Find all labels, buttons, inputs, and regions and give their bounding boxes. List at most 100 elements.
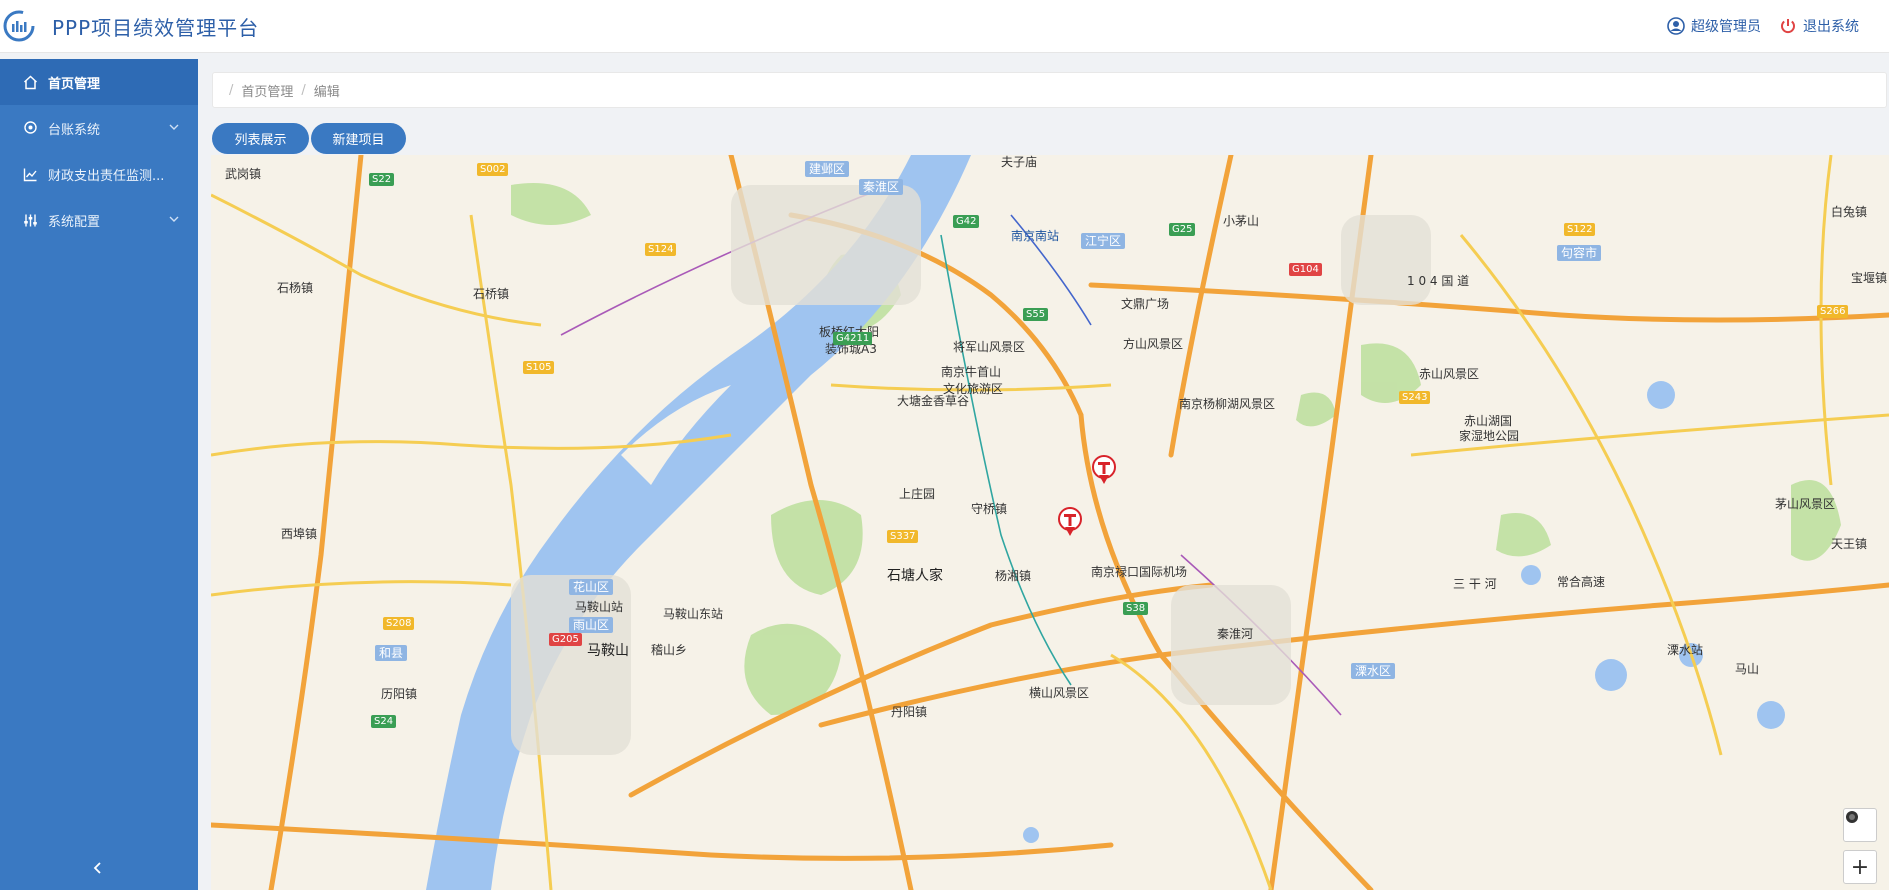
sidebar-item-ledger[interactable]: 台账系统 <box>0 105 198 151</box>
district-label: 雨山区 <box>569 617 614 633</box>
list-view-button[interactable]: 列表展示 <box>212 123 309 154</box>
chevron-down-icon <box>169 216 179 222</box>
power-icon <box>1781 19 1795 34</box>
map-label: 赤山风景区 <box>1419 367 1480 381</box>
map-label: 马鞍山 <box>587 643 629 659</box>
sliders-icon <box>22 212 38 228</box>
map-label: 西埠镇 <box>281 527 318 541</box>
user-menu[interactable]: 超级管理员 <box>1667 16 1761 36</box>
map-label: 杨湘镇 <box>995 569 1032 583</box>
district-label: 溧水区 <box>1351 663 1396 679</box>
map-label: 丹阳镇 <box>891 705 928 719</box>
map-label: 家湿地公园 <box>1459 429 1520 443</box>
map-label: 横山风景区 <box>1029 686 1090 700</box>
user-icon <box>1667 17 1685 35</box>
project-marker-icon[interactable] <box>1091 455 1117 485</box>
map-label: 茅山风景区 <box>1775 497 1836 511</box>
breadcrumb: / 首页管理 / 编辑 <box>212 72 1887 108</box>
map-label: 天王镇 <box>1831 537 1868 551</box>
map-label: 夫子庙 <box>1001 155 1038 169</box>
map-label: 石桥镇 <box>473 287 510 301</box>
map-label: 将军山风景区 <box>953 340 1026 354</box>
map-view[interactable]: 武岗镇 石杨镇 石桥镇 西埠镇 历阳镇 小茅山 板桥红太阳 装饰城A3 将军山风… <box>211 155 1889 890</box>
locate-icon <box>1846 811 1858 823</box>
sidebar-item-settings[interactable]: 系统配置 <box>0 197 198 243</box>
district-label: 句容市 <box>1557 245 1602 261</box>
map-label: 上庄园 <box>899 487 936 501</box>
locate-button[interactable] <box>1843 808 1877 842</box>
collapse-sidebar-icon[interactable] <box>90 860 106 876</box>
zoom-in-button[interactable]: + <box>1843 850 1877 884</box>
map-label: 石杨镇 <box>277 281 314 295</box>
road-badge: G4211 <box>833 332 873 345</box>
map-label: 1 0 4 国 道 <box>1407 274 1470 288</box>
map-label: 大塘金香草谷 <box>897 394 970 408</box>
map-label: 白兔镇 <box>1831 205 1868 219</box>
map-label: 南京牛首山 <box>941 365 1002 379</box>
sidebar-item-label: 首页管理 <box>48 76 101 92</box>
road-badge: S105 <box>523 361 555 374</box>
new-project-button[interactable]: 新建项目 <box>311 123 406 154</box>
sidebar-item-label: 系统配置 <box>48 214 101 230</box>
map-canvas <box>211 155 1889 890</box>
map-label: 南京南站 <box>1011 229 1060 243</box>
breadcrumb-item-current: 编辑 <box>313 84 340 100</box>
map-label: 方山风景区 <box>1123 337 1184 351</box>
road-badge: G205 <box>549 633 582 646</box>
road-badge: S38 <box>1123 602 1149 615</box>
map-label: 马山 <box>1735 662 1760 676</box>
map-label: 小茅山 <box>1223 214 1260 228</box>
road-badge: S337 <box>887 530 919 543</box>
sidebar-item-label: 财政支出责任监测... <box>48 168 165 184</box>
road-badge: S122 <box>1564 223 1596 236</box>
road-badge: S002 <box>477 163 509 176</box>
breadcrumb-separator: / <box>229 82 234 98</box>
map-label: 文鼎广场 <box>1121 297 1170 311</box>
map-label: 秦淮河 <box>1217 627 1254 641</box>
logout-button[interactable]: 退出系统 <box>1779 16 1859 36</box>
map-label: 常合高速 <box>1557 575 1606 589</box>
road-badge: S24 <box>371 715 397 728</box>
road-badge: S22 <box>369 173 395 186</box>
road-badge: S208 <box>383 617 415 630</box>
map-label: 马鞍山东站 <box>663 607 724 621</box>
district-label: 江宁区 <box>1081 233 1126 249</box>
map-label: 武岗镇 <box>225 167 262 181</box>
map-label: 石塘人家 <box>887 568 943 584</box>
road-badge: S266 <box>1817 305 1849 318</box>
header-actions: 超级管理员 退出系统 <box>1649 0 1859 52</box>
road-badge: G42 <box>953 215 980 228</box>
location-icon <box>22 120 38 136</box>
user-name: 超级管理员 <box>1691 19 1761 35</box>
road-badge: G25 <box>1169 223 1196 236</box>
district-label: 和县 <box>375 645 408 661</box>
project-marker-icon[interactable] <box>1057 507 1083 537</box>
map-label: 守桥镇 <box>971 502 1008 516</box>
road-badge: S243 <box>1399 391 1431 404</box>
map-label: 南京杨柳湖风景区 <box>1179 397 1276 411</box>
breadcrumb-separator: / <box>301 82 306 98</box>
sidebar: 首页管理 台账系统 财政支出责任监测... 系统配置 <box>0 59 198 890</box>
road-badge: S124 <box>645 243 677 256</box>
home-icon <box>22 74 38 90</box>
top-header: PPP项目绩效管理平台 超级管理员 退出系统 <box>0 0 1889 53</box>
map-label: 历阳镇 <box>381 687 418 701</box>
sidebar-item-fiscal-monitor[interactable]: 财政支出责任监测... <box>0 151 198 197</box>
logout-label: 退出系统 <box>1803 19 1859 35</box>
breadcrumb-item-home[interactable]: 首页管理 <box>241 81 293 100</box>
map-label: 南京禄口国际机场 <box>1091 565 1188 579</box>
district-label: 花山区 <box>569 579 614 595</box>
road-badge: G104 <box>1289 263 1322 276</box>
sidebar-item-label: 台账系统 <box>48 122 101 138</box>
map-label: 溧水站 <box>1667 643 1704 657</box>
app-title: PPP项目绩效管理平台 <box>52 15 260 40</box>
district-label: 建邺区 <box>805 161 850 177</box>
map-label: 三 干 河 <box>1453 577 1497 591</box>
map-label: 宝堰镇 <box>1851 271 1888 285</box>
sidebar-item-home[interactable]: 首页管理 <box>0 59 198 105</box>
logo-icon <box>3 10 35 42</box>
map-label: 马鞍山站 <box>575 600 624 614</box>
chevron-down-icon <box>169 124 179 130</box>
line-chart-icon <box>22 166 38 182</box>
map-label: 稽山乡 <box>651 643 688 657</box>
